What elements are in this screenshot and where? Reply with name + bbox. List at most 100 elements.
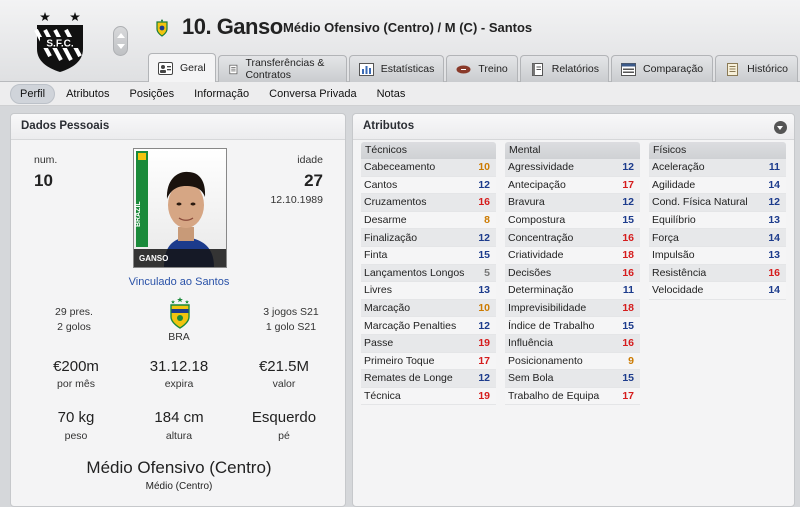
attribute-row[interactable]: Posicionamento 9: [505, 352, 640, 371]
attribute-row[interactable]: Cabeceamento 10: [361, 159, 496, 177]
attribute-value: 16: [622, 337, 634, 350]
attribute-value: 16: [478, 196, 490, 209]
tab-geral[interactable]: Geral: [148, 53, 216, 82]
attribute-row[interactable]: Imprevisibilidade 18: [505, 299, 640, 318]
attribute-name: Equilíbrio: [652, 214, 696, 227]
tab-relatorios[interactable]: Relatórios: [519, 55, 610, 82]
tab-estatisticas[interactable]: Estatísticas: [348, 55, 445, 82]
brazil-cbf-badge-icon: [156, 19, 168, 37]
attribute-row[interactable]: Marcação 10: [361, 299, 496, 318]
attribute-value: 11: [622, 284, 634, 297]
attribute-row[interactable]: Marcação Penalties 12: [361, 317, 496, 335]
scroll-icon: [727, 62, 739, 76]
u21-goals: 1 golo S21: [265, 321, 317, 333]
attribute-value: 19: [478, 390, 490, 403]
tab-treino[interactable]: Treino: [446, 55, 518, 82]
attribute-value: 12: [478, 231, 490, 244]
attribute-name: Cruzamentos: [364, 196, 427, 209]
attribute-name: Criatividade: [508, 249, 564, 262]
attribute-row[interactable]: Determinação 11: [505, 282, 640, 300]
attribute-value: 16: [622, 266, 634, 279]
tab-transferencias-label: Transferências & Contratos: [245, 57, 325, 81]
attribute-row[interactable]: Compostura 15: [505, 211, 640, 230]
u21-games: 3 jogos S21: [263, 306, 319, 318]
tab-estatisticas-label: Estatísticas: [380, 63, 435, 75]
attribute-name: Cabeceamento: [364, 161, 436, 174]
attribute-row[interactable]: Força 14: [649, 229, 786, 247]
previous-player-arrow-icon[interactable]: [117, 33, 125, 38]
panel-options-icon[interactable]: [774, 121, 787, 134]
subnav-posicoes[interactable]: Posições: [120, 85, 183, 103]
attribute-row[interactable]: Impulsão 13: [649, 246, 786, 265]
attribute-name: Força: [652, 231, 679, 244]
attribute-value: 19: [478, 337, 490, 350]
attribute-row[interactable]: Equilíbrio 13: [649, 211, 786, 230]
contract-expiry-value: 31.12.18: [149, 358, 209, 375]
attribute-row[interactable]: Remates de Longe 12: [361, 370, 496, 388]
birth-date: 12.10.1989: [270, 194, 323, 206]
attribute-value: 15: [622, 319, 634, 332]
attribute-row[interactable]: Influência 16: [505, 334, 640, 353]
subnav-perfil[interactable]: Perfil: [10, 83, 56, 104]
attribute-value: 13: [768, 214, 780, 227]
next-player-arrow-icon[interactable]: [117, 44, 125, 49]
tab-historico[interactable]: Histórico: [715, 55, 798, 82]
weight-label: peso: [64, 430, 88, 442]
panel-header-bar: [353, 114, 794, 140]
attribute-row[interactable]: Livres 13: [361, 282, 496, 300]
tab-relatorios-label: Relatórios: [551, 63, 600, 75]
attribute-row[interactable]: Finta 15: [361, 246, 496, 265]
attribute-row[interactable]: Sem Bola 15: [505, 370, 640, 388]
attribute-name: Sem Bola: [508, 372, 554, 385]
attribute-row[interactable]: Lançamentos Longos 5: [361, 264, 496, 283]
attribute-row[interactable]: Agilidade 14: [649, 176, 786, 195]
attribute-row[interactable]: Antecipação 17: [505, 176, 640, 195]
attr-column-header: Técnicos: [361, 142, 496, 159]
attribute-value: 15: [478, 249, 490, 262]
attribute-name: Passe: [364, 337, 394, 350]
tab-transferencias-contratos[interactable]: Transferências & Contratos: [217, 55, 347, 82]
attribute-row[interactable]: Desarme 8: [361, 211, 496, 230]
attribute-name: Técnica: [364, 390, 401, 403]
attribute-row[interactable]: Primeiro Toque 17: [361, 352, 496, 371]
attribute-row[interactable]: Cantos 12: [361, 176, 496, 195]
subnav-notas[interactable]: Notas: [368, 85, 415, 103]
age-value: 27: [304, 171, 323, 190]
attribute-value: 5: [484, 266, 490, 279]
subnav-informacao[interactable]: Informação: [185, 85, 258, 103]
player-position-club: Médio Ofensivo (Centro) / M (C) - Santos: [283, 20, 533, 35]
attribute-name: Determinação: [508, 284, 574, 297]
preferred-foot-label: pé: [278, 430, 290, 442]
attribute-row[interactable]: Agressividade 12: [505, 159, 640, 177]
attribute-name: Finalização: [364, 231, 418, 244]
player-navigation-stepper[interactable]: [113, 26, 128, 56]
tab-comparacao[interactable]: Comparação: [611, 55, 714, 82]
attribute-name: Cond. Física Natural: [652, 196, 748, 209]
preferred-foot-value: Esquerdo: [251, 409, 317, 426]
attribute-row[interactable]: Índice de Trabalho 15: [505, 317, 640, 335]
personal-details-panel: Dados Pessoais num. 10 idade 27 12.10.19…: [10, 113, 346, 507]
cbf-crest-icon[interactable]: [168, 297, 192, 329]
attribute-row[interactable]: Aceleração 11: [649, 159, 786, 177]
club-link[interactable]: Vinculado ao Santos: [71, 276, 287, 288]
player-header: S.F.C. 10. Ganso Médio Ofensivo (Centro)…: [0, 0, 800, 82]
attr-column-mental: Mental Agressividade 12 Antecipação 17 Bravu…: [505, 142, 640, 406]
attribute-row[interactable]: Técnica 19: [361, 387, 496, 406]
attribute-row[interactable]: Concentração 16: [505, 229, 640, 247]
attribute-row[interactable]: Bravura 12: [505, 194, 640, 212]
attribute-row[interactable]: Cruzamentos 16: [361, 194, 496, 212]
attribute-row[interactable]: Passe 19: [361, 334, 496, 353]
attribute-value: 15: [622, 214, 634, 227]
subnav-conversa-privada[interactable]: Conversa Privada: [260, 85, 365, 103]
attribute-name: Finta: [364, 249, 388, 262]
attribute-row[interactable]: Finalização 12: [361, 229, 496, 247]
attribute-row[interactable]: Resistência 16: [649, 264, 786, 283]
attribute-row[interactable]: Velocidade 14: [649, 282, 786, 300]
attribute-row[interactable]: Criatividade 18: [505, 246, 640, 265]
attribute-name: Posicionamento: [508, 354, 583, 367]
attribute-row[interactable]: Trabalho de Equipa 17: [505, 387, 640, 406]
attribute-name: Aceleração: [652, 161, 705, 174]
subnav-atributos[interactable]: Atributos: [57, 85, 118, 103]
attribute-row[interactable]: Decisões 16: [505, 264, 640, 283]
attribute-row[interactable]: Cond. Física Natural 12: [649, 194, 786, 212]
